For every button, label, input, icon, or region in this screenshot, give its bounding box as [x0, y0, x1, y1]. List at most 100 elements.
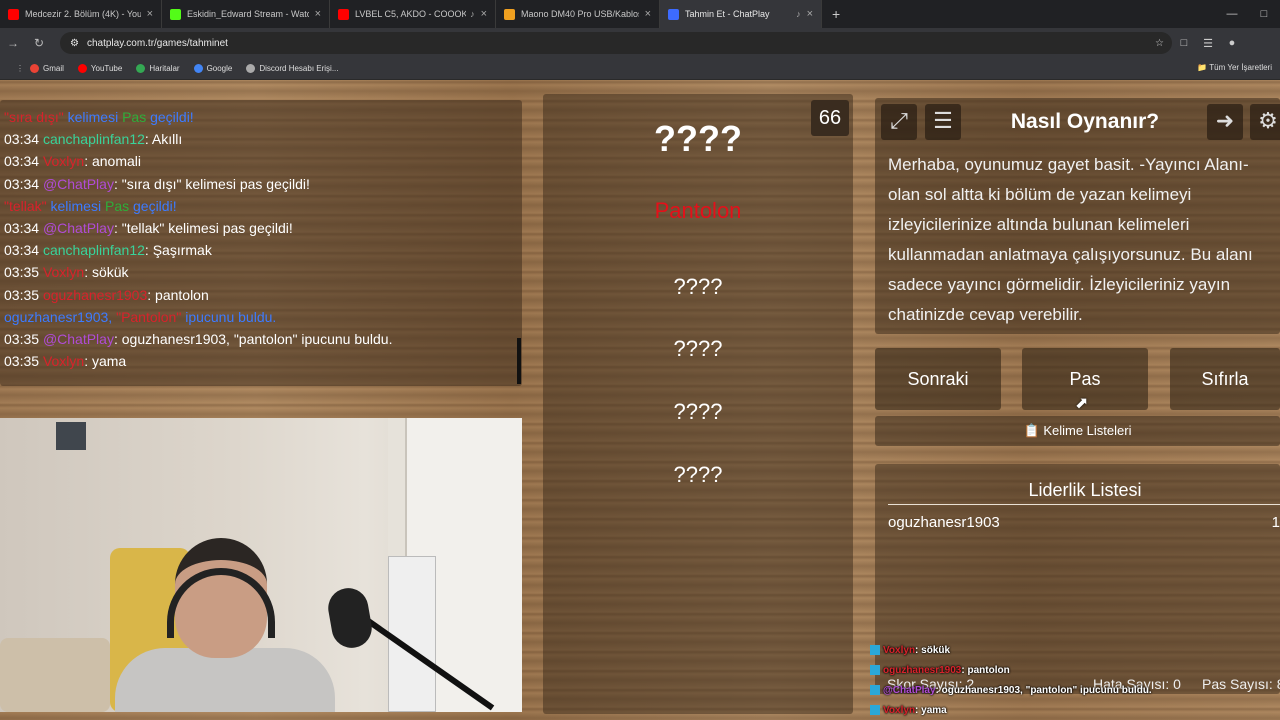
folder-icon: 📁 — [1197, 63, 1208, 72]
bookmark-item[interactable]: Google — [193, 64, 233, 73]
chat-message: 03:35 oguzhanesr1903: pantolon — [4, 284, 518, 306]
bookmark-item[interactable]: Gmail — [30, 64, 64, 73]
webcam-feed — [0, 418, 522, 712]
chat-platform-icon — [870, 665, 880, 675]
word-lists-button[interactable]: 📋 Kelime Listeleri — [875, 416, 1280, 446]
overlay-chat-message: Voxlyn: yama — [870, 700, 1280, 720]
settings-icon[interactable]: ⚙ — [1250, 104, 1280, 140]
chat-platform-icon — [870, 685, 880, 695]
leaderboard-name: oguzhanesr1903 — [888, 514, 1000, 531]
browser-tab[interactable]: Maono DM40 Pro USB/Kablosuz × — [496, 0, 660, 28]
how-to-text: Merhaba, oyunumuz gayet basit. -Yayıncı … — [888, 155, 1253, 324]
chat-text: Pas — [122, 109, 147, 125]
chat-message: 03:34 canchaplinfan12: Akıllı — [4, 128, 518, 150]
overlay-text: : sökük — [915, 644, 951, 656]
main-word: ???? — [654, 118, 742, 159]
apps-icon[interactable]: ⋮ — [16, 64, 26, 73]
chat-text: : Şaşırmak — [144, 242, 212, 259]
all-bookmarks[interactable]: 📁 Tüm Yer İşaretleri — [1197, 63, 1272, 72]
browser-tab[interactable]: LVBEL C5, AKDO - COOOK ♪ × — [330, 0, 496, 28]
browser-tab[interactable]: Medcezir 2. Bölüm (4K) - YouTube × — [0, 0, 162, 28]
url-field[interactable]: ⚙ chatplay.com.tr/games/tahminet ☆ — [60, 32, 1172, 54]
chat-time: 03:34 — [4, 153, 40, 170]
chat-username: @ChatPlay — [42, 220, 114, 237]
tab-favicon-icon — [668, 8, 679, 20]
bookmark-icon — [246, 64, 256, 73]
overlay-chat-message: @ChatPlay: oguzhanesr1903, "pantolon" ip… — [870, 680, 1280, 700]
maximize-icon[interactable]: □ — [1248, 8, 1280, 20]
extensions-icon[interactable]: □ — [1172, 37, 1196, 49]
chat-message: 03:35 Voxlyn: sökük — [4, 261, 518, 283]
close-tab-icon[interactable]: × — [481, 8, 487, 20]
bookmark-item[interactable]: YouTube — [77, 64, 122, 73]
tab-bar: Medcezir 2. Bölüm (4K) - YouTube×Eskidin… — [0, 0, 1280, 28]
chat-username: @ChatPlay — [42, 331, 114, 348]
next-button[interactable]: Sonraki — [875, 348, 1001, 410]
overlay-username: Voxlyn — [883, 644, 916, 656]
bookmark-label: Google — [206, 64, 233, 73]
chat-message: "tellak" kelimesi Pas geçildi! — [4, 195, 518, 217]
leaderboard-row: oguzhanesr1903 1 — [888, 514, 1280, 531]
new-tab-button[interactable]: + — [832, 0, 840, 28]
chat-message: 03:34 @ChatPlay: "tellak" kelimesi pas g… — [4, 217, 518, 239]
site-info-icon[interactable]: ⚙ — [70, 38, 79, 49]
tab-favicon-icon — [8, 8, 19, 20]
found-hint: Pantolon — [654, 198, 742, 223]
close-tab-icon[interactable]: × — [315, 8, 321, 20]
chat-time: 03:34 — [4, 220, 40, 237]
chat-text: : Akıllı — [144, 131, 183, 148]
bookmark-star-icon[interactable]: ☆ — [1155, 38, 1164, 49]
tab-title: Medcezir 2. Bölüm (4K) - YouTube — [25, 9, 141, 19]
chat-time: 03:35 — [4, 353, 40, 370]
overlay-text: : pantolon — [961, 664, 1010, 676]
leaderboard-score: 1 — [1271, 514, 1280, 531]
close-tab-icon[interactable]: × — [645, 8, 651, 20]
leaderboard-title: Liderlik Listesi — [1028, 480, 1142, 500]
bookmark-item[interactable]: Discord Hesabı Erişi... — [246, 64, 339, 73]
media-icon[interactable]: ☰ — [1196, 37, 1220, 50]
game-page: "sıra dışı" kelimesi Pas geçildi! 03:34 c… — [0, 80, 1280, 720]
overlay-text: : oguzhanesr1903, "pantolon" ipucunu bul… — [935, 684, 1152, 696]
chat-message: 03:35 @ChatPlay: oguzhanesr1903, "pantol… — [4, 328, 518, 350]
speaker-icon[interactable]: ♪ — [470, 9, 475, 19]
bookmark-icon — [136, 64, 146, 73]
overlay-username: @ChatPlay — [883, 684, 936, 696]
all-bookmarks-label: Tüm Yer İşaretleri — [1209, 63, 1272, 72]
chat-username: "tellak" — [4, 197, 47, 214]
word-panel: 66 ???? Pantolon ???? ???? ???? ???? — [543, 94, 853, 714]
streamer — [115, 538, 335, 712]
reset-button[interactable]: Sıfırla — [1170, 348, 1280, 410]
bookmark-label: Gmail — [43, 64, 64, 73]
overlay-username: Voxlyn — [883, 704, 916, 716]
chat-message: 03:34 Voxlyn: anomali — [4, 150, 518, 172]
chat-time: 03:34 — [4, 175, 40, 192]
tab-title: Tahmin Et - ChatPlay — [685, 9, 770, 19]
minimize-icon[interactable]: — — [1216, 8, 1248, 20]
chat-text: Pas — [104, 197, 130, 214]
chat-message: oguzhanesr1903, "Pantolon" ipucunu buldu… — [4, 306, 518, 328]
chat-scrollbar[interactable] — [517, 338, 521, 384]
chat-text: : oguzhanesr1903, "pantolon" ipucunu bul… — [113, 331, 393, 348]
hidden-hint: ???? — [673, 462, 723, 487]
tab-favicon-icon — [504, 8, 515, 20]
chat-text: kelimesi — [63, 109, 123, 125]
browser-tab[interactable]: Tahmin Et - ChatPlay ♪ × — [660, 0, 822, 28]
tab-title: Eskidin_Edward Stream - Watch — [187, 9, 309, 19]
chat-username: Voxlyn — [42, 353, 85, 370]
reload-icon[interactable]: ↻ — [26, 36, 52, 50]
chat-time: 03:34 — [4, 242, 40, 259]
chat-time: 03:35 — [4, 331, 40, 348]
bookmark-item[interactable]: Haritalar — [136, 64, 180, 73]
browser-tab[interactable]: Eskidin_Edward Stream - Watch × — [162, 0, 330, 28]
overlay-username: oguzhanesr1903 — [883, 664, 962, 676]
forward-icon[interactable]: → — [0, 36, 26, 50]
chat-text: : anomali — [84, 153, 141, 170]
close-tab-icon[interactable]: × — [807, 8, 813, 20]
address-bar: → ↻ ⚙ chatplay.com.tr/games/tahminet ☆ □… — [0, 28, 1280, 58]
hidden-hint: ???? — [673, 274, 723, 299]
logout-icon[interactable]: ➜ — [1207, 104, 1243, 140]
chat-username: canchaplinfan12 — [42, 242, 145, 259]
close-tab-icon[interactable]: × — [147, 8, 153, 20]
speaker-icon[interactable]: ♪ — [796, 9, 801, 19]
profile-icon[interactable]: ● — [1220, 37, 1244, 49]
